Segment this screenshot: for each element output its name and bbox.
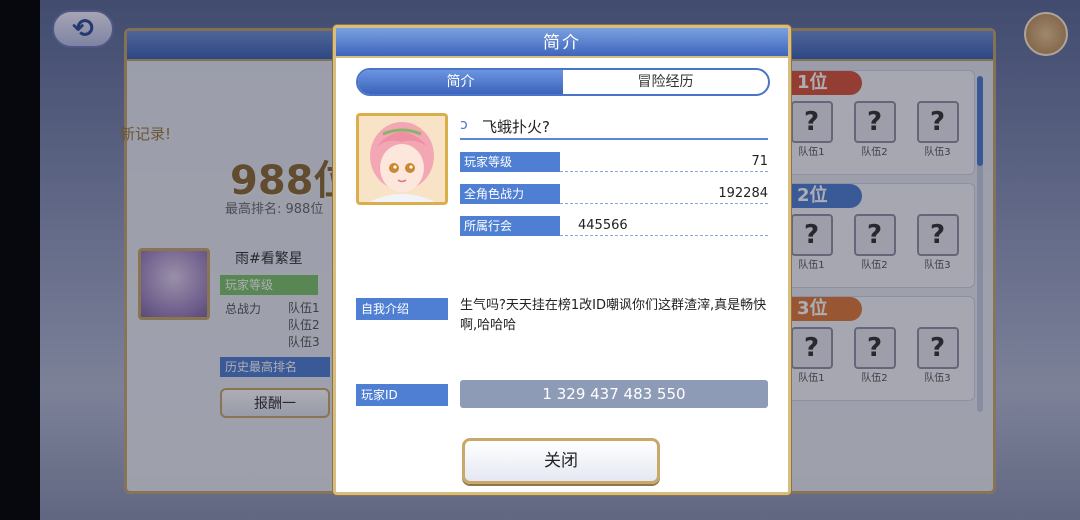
level-label: 玩家等级 bbox=[460, 152, 560, 172]
tab-profile[interactable]: 简介 bbox=[358, 70, 563, 94]
level-value: 71 bbox=[751, 154, 768, 169]
profile-tabs: 简介 冒险经历 bbox=[356, 68, 770, 96]
tab-adventure[interactable]: 冒险经历 bbox=[563, 70, 768, 94]
guild-label: 所属行会 bbox=[460, 216, 560, 236]
name-underline bbox=[460, 138, 768, 140]
profile-modal: 简介 简介 冒险经历 ↄ 飞蛾扑火? 玩家等级 71 全角色战力 192284 … bbox=[333, 25, 791, 495]
modal-title: 简介 bbox=[336, 28, 788, 58]
swirl-ornament-icon: ↄ bbox=[460, 117, 468, 133]
guild-value: 445566 bbox=[578, 218, 628, 233]
close-button[interactable]: 关闭 bbox=[462, 438, 660, 484]
intro-text: 生气吗?天天挂在榜1改ID嘲讽你们这群渣滓,真是畅快啊,哈哈哈 bbox=[460, 298, 767, 333]
stat-level-row: 玩家等级 71 bbox=[460, 152, 768, 172]
player-id-value: 1 329 437 483 550 bbox=[460, 380, 768, 408]
player-id-label: 玩家ID bbox=[356, 384, 448, 406]
player-name: 飞蛾扑火? bbox=[482, 118, 550, 136]
power-value: 192284 bbox=[718, 186, 768, 201]
stat-power-row: 全角色战力 192284 bbox=[460, 184, 768, 204]
player-avatar bbox=[356, 113, 448, 205]
intro-label: 自我介绍 bbox=[356, 298, 448, 320]
stat-guild-row: 所属行会 445566 bbox=[460, 216, 768, 236]
character-portrait-icon bbox=[359, 116, 445, 202]
power-label: 全角色战力 bbox=[460, 184, 560, 204]
